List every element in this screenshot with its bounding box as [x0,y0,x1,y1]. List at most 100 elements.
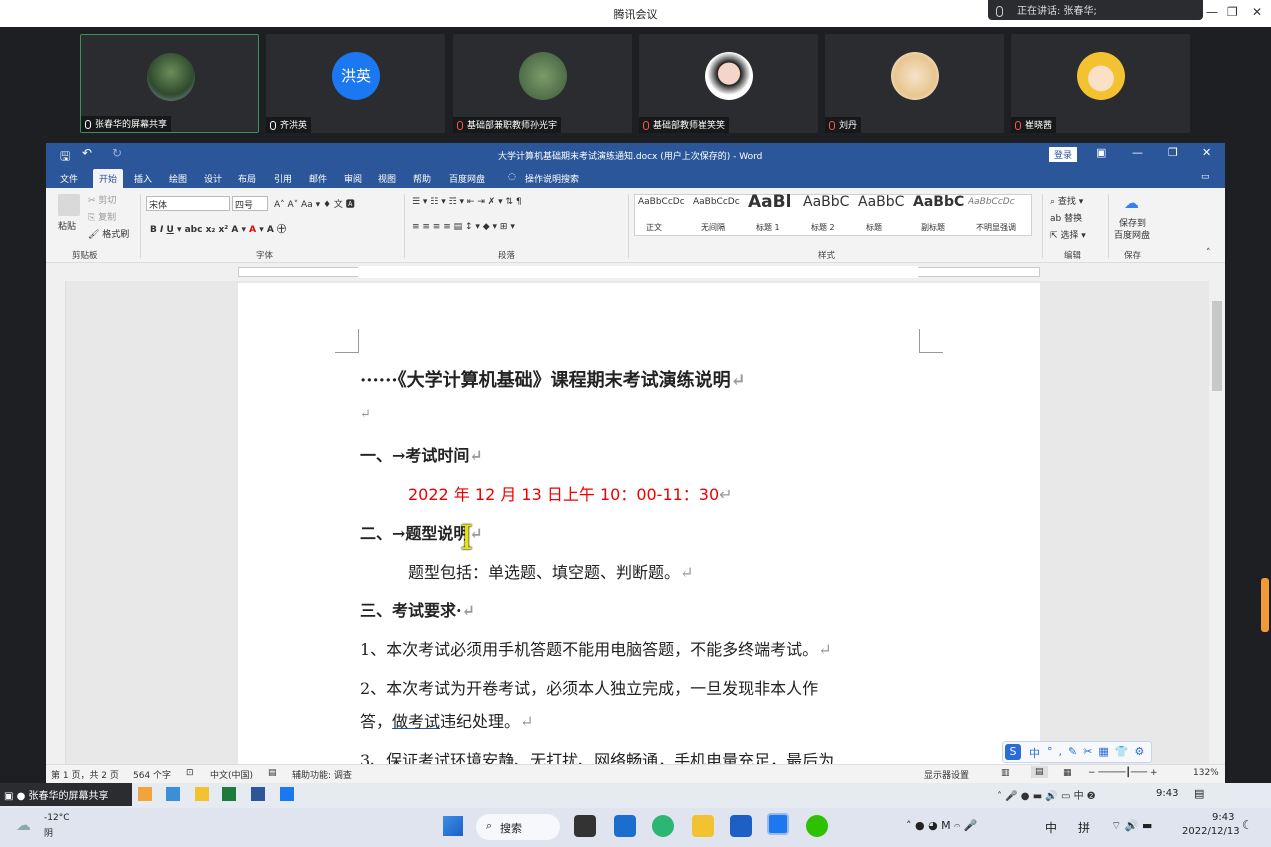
macro-icon[interactable]: ▤ [268,768,277,778]
tray-ime-pinyin[interactable]: 拼 [1078,819,1090,836]
participant-tile[interactable]: 刘丹 [825,34,1004,133]
ime-mode[interactable]: 中 [1029,745,1040,761]
font-grow-shrink-icons[interactable]: A˄ A˅ Aa ▾ ♦ 文 🅰 [274,197,355,210]
paste-button[interactable]: 粘贴 [58,219,76,232]
replace-button[interactable]: ab 替换 [1050,211,1082,224]
tab-insert[interactable]: 插入 [134,172,152,185]
scrollbar-thumb[interactable] [1212,301,1222,391]
restore-icon[interactable]: ❐ [1227,5,1238,19]
login-button[interactable]: 登录 [1049,147,1078,162]
folder-icon[interactable] [195,787,209,801]
word-icon[interactable] [251,787,265,801]
wechat-icon[interactable] [806,815,828,837]
task-view-icon[interactable] [574,815,596,837]
document-page[interactable]: ······《大学计算机基础》课程期末考试演练说明↵ ↵ 一、→考试时间↵ 20… [238,283,1040,764]
notification-icon[interactable]: ▤ [1194,787,1204,800]
tab-home[interactable]: 开始 [93,169,124,190]
taskbar-search[interactable]: ⌕ 搜索 [476,814,560,840]
participant-tile[interactable]: 崔晓茜 [1011,34,1190,133]
horizontal-ruler[interactable] [46,263,1225,281]
font-format-buttons[interactable]: B I U ▾ abc x₂ x² A ▾ A ▾ A ㊉ [150,222,286,235]
proofing-icon[interactable]: ⊡ [186,768,194,778]
excel-icon[interactable] [222,787,236,801]
ribbon-display-icon[interactable]: ▣ [1096,146,1106,159]
participant-tile[interactable]: 基础部兼职教师孙光宇 [453,34,632,133]
alignment-buttons[interactable]: ≡ ≡ ≡ ≡ ▤ ↕ ▾ ◆ ▾ ⊞ ▾ [412,222,515,232]
tab-draw[interactable]: 绘图 [169,172,187,185]
redo-icon[interactable]: ↻ [112,146,122,160]
find-button[interactable]: ⌕ 查找 ▾ [1050,194,1083,207]
notification-bell-icon[interactable]: ☾ [1242,818,1253,832]
ime-tools-icons[interactable]: °,✎✂▦👕⚙ [1047,745,1150,758]
start-icon[interactable] [443,816,463,836]
select-button[interactable]: ⇱ 选择 ▾ [1050,228,1086,241]
word-count[interactable]: 564 个字 [133,768,171,781]
copy-button[interactable]: ⎘ 复制 [88,210,116,223]
font-size-select[interactable]: 四号 [232,196,268,211]
save-icon[interactable]: 🖫 [60,147,70,168]
baidu-cloud-icon[interactable]: ☁ [1124,194,1139,212]
tab-review[interactable]: 审阅 [344,172,362,185]
style-preview[interactable]: AaBbC [803,194,857,210]
tray-icons[interactable]: ˄ 🎤 ● ▬ 🔊 ▭ 中 ❷ [997,787,1096,802]
weather-icon[interactable]: ☁ [16,816,31,834]
display-settings[interactable]: 显示器设置 [924,768,969,781]
minimize-icon[interactable]: — [1206,5,1218,19]
participant-tile[interactable]: 基础部教师崔笑笑 [639,34,818,133]
undo-icon[interactable]: ↶ [82,146,92,160]
meeting-icon[interactable] [280,787,294,801]
weather-temp[interactable]: -12°C [44,813,69,823]
accessibility-status[interactable]: 辅助功能: 调查 [292,768,352,781]
font-name-select[interactable]: 宋体 [146,196,230,211]
style-preview[interactable]: AaBbC [913,194,967,210]
cut-button[interactable]: ✂ 剪切 [88,193,116,206]
network-volume-battery-icons[interactable]: ⌔ 🔊 ▬ [1111,819,1152,833]
close-icon[interactable]: ✕ [1202,146,1211,159]
language[interactable]: 中文(中国) [210,768,253,781]
sogou-icon[interactable]: S [1005,744,1021,760]
collapse-ribbon-icon[interactable]: ˄ [1206,248,1211,258]
tab-design[interactable]: 设计 [204,172,222,185]
style-preview[interactable]: AaBbCcDc [693,197,747,207]
style-preview[interactable]: AaBl [748,192,802,212]
page-count[interactable]: 第 1 页，共 2 页 [51,768,119,781]
participant-tile[interactable]: 洪英 齐洪英 [266,34,445,133]
style-name[interactable]: 副标题 [921,222,945,233]
tab-references[interactable]: 引用 [274,172,292,185]
zoom-level[interactable]: 132% [1193,768,1219,778]
style-name[interactable]: 标题 1 [756,222,780,233]
comment-icon[interactable]: ▭ [1201,172,1210,182]
weather-desc[interactable]: 阴 [44,826,53,839]
style-name[interactable]: 标题 [866,222,882,233]
paste-icon[interactable] [58,194,80,216]
edge-icon[interactable] [652,815,674,837]
style-preview[interactable]: AaBbC [858,194,912,210]
tab-layout[interactable]: 布局 [238,172,256,185]
zoom-slider[interactable]: − ─────┃─── + [1088,768,1158,778]
close-icon[interactable]: ✕ [1252,5,1262,19]
style-name[interactable]: 无间隔 [701,222,725,233]
tab-view[interactable]: 视图 [378,172,396,185]
store-icon[interactable] [730,815,752,837]
tab-mailings[interactable]: 邮件 [309,172,327,185]
style-name[interactable]: 正文 [646,222,662,233]
app-icon[interactable] [166,787,180,801]
mail-icon[interactable] [614,815,636,837]
style-name[interactable]: 不明显强调 [976,222,1016,233]
ime-toolbar[interactable]: S 中 °,✎✂▦👕⚙ [1002,741,1152,763]
style-preview[interactable]: AaBbCcDc [638,197,692,207]
tray-overflow-icons[interactable]: ˄ ● ◕ M 𝄐 🎤 [906,819,977,833]
tab-baidu[interactable]: 百度网盘 [449,172,485,185]
participant-tile[interactable]: 张春华的屏幕共享 [80,34,259,133]
style-preview[interactable]: AaBbCcDc [968,197,1022,207]
minimize-icon[interactable]: — [1132,146,1143,159]
clock-date[interactable]: 2022/12/13 [1182,826,1240,837]
format-painter-button[interactable]: 🖌 格式刷 [88,227,129,240]
explorer-icon[interactable] [692,815,714,837]
list-buttons[interactable]: ☰ ▾ ☷ ▾ ☶ ▾ ⇤ ⇥ ✗ ▾ ⇅ ¶ [412,197,522,207]
tab-file[interactable]: 文件 [60,172,78,185]
restore-icon[interactable]: ❐ [1168,146,1178,159]
tray-ime[interactable]: 中 [1045,819,1057,836]
save-to-baidu-line2[interactable]: 百度网盘 [1114,228,1150,241]
tencent-meeting-icon[interactable] [767,813,789,835]
